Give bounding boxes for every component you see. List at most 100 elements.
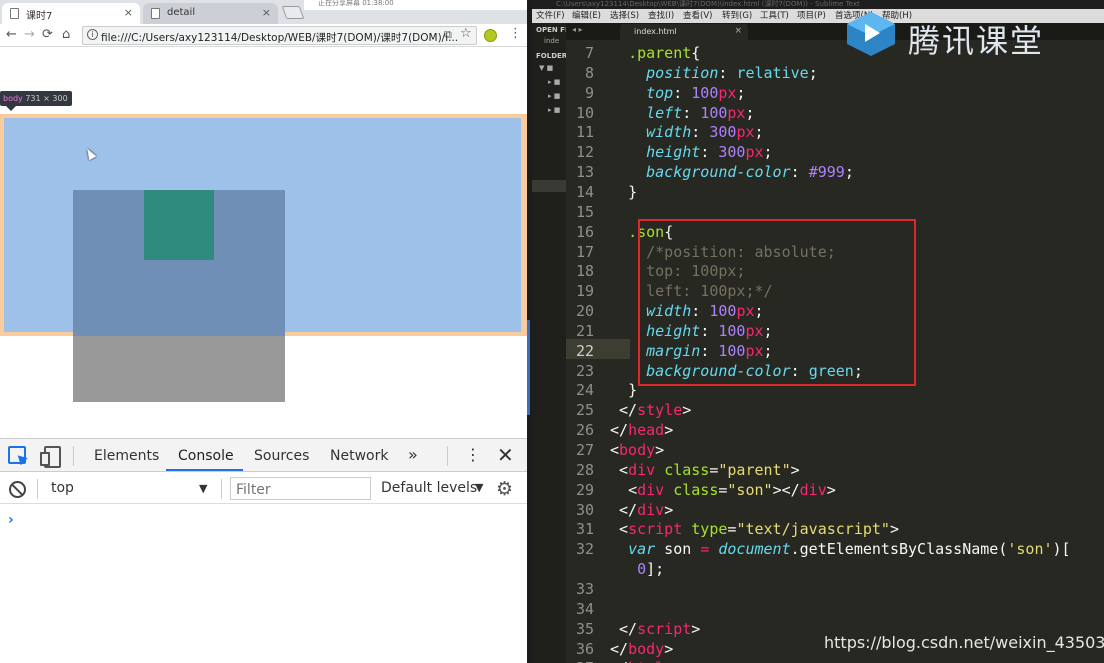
chevron-down-icon[interactable]: ▼ (475, 481, 483, 494)
code-line[interactable]: 13 background-color: #999; (532, 162, 1104, 182)
extension-icon[interactable] (484, 29, 497, 42)
editor-title: C:\Users\axy123114\Desktop\WEB\课时7(DOM)\… (532, 0, 1104, 9)
line-number: 24 (575, 381, 594, 400)
device-toolbar-icon[interactable] (40, 446, 61, 468)
tab-elements[interactable]: Elements (94, 448, 159, 464)
code-token: ]; (646, 560, 665, 579)
chrome-menu-icon[interactable]: ⋮ (509, 26, 522, 41)
line-number: 22 (575, 341, 594, 360)
tab-sources[interactable]: Sources (254, 448, 309, 464)
context-selector[interactable]: top (51, 480, 74, 496)
code-line[interactable]: 37 </html> (532, 658, 1104, 663)
back-icon[interactable]: ← (6, 27, 17, 42)
translate-icon[interactable]: ⧉ (444, 28, 452, 42)
code-line[interactable]: 27 <body> (532, 440, 1104, 460)
gear-icon[interactable]: ⚙ (496, 478, 513, 500)
forward-icon[interactable]: → (24, 27, 35, 42)
menu-file[interactable]: 文件(F) (536, 9, 565, 23)
code-token: body (628, 639, 665, 658)
new-tab-button[interactable] (281, 6, 305, 19)
code-token: > (682, 401, 692, 420)
code-text: </body> (610, 639, 673, 659)
inspect-element-icon[interactable] (8, 446, 26, 464)
screen-share-bar: 正在分享屏幕 01:38:00 (304, 0, 527, 10)
code-line[interactable]: 26 </head> (532, 420, 1104, 440)
info-icon[interactable]: i (87, 29, 98, 40)
code-token: < (610, 441, 620, 459)
close-devtools-icon[interactable]: ✕ (497, 443, 514, 467)
code-line[interactable]: 34 (532, 599, 1104, 619)
console-prompt[interactable]: › (8, 512, 14, 528)
tab-network[interactable]: Network (330, 448, 388, 464)
menu-goto[interactable]: 转到(G) (722, 9, 752, 23)
code-text: </html> (610, 658, 673, 663)
code-line[interactable]: 28 <div class="parent"> (532, 460, 1104, 480)
code-line[interactable]: 0]; (532, 559, 1104, 579)
code-line[interactable]: 30 </div> (532, 500, 1104, 520)
console-filter-input[interactable] (230, 477, 371, 500)
reload-icon[interactable]: ⟳ (42, 27, 53, 42)
code-line[interactable]: 10 left: 100px; (532, 103, 1104, 123)
log-levels-dropdown[interactable]: Default levels (381, 480, 477, 496)
code-token: 300 (718, 143, 746, 162)
code-token: background-color (646, 163, 791, 182)
code-token: left (646, 103, 683, 122)
browser-toolbar: ← → ⟳ ⌂ i file:///C:/Users/axy123114/Des… (0, 24, 527, 47)
open-files-header: OPEN FI (536, 26, 568, 34)
code-token: ; (736, 83, 746, 102)
browser-tab-2[interactable]: detail × (143, 3, 278, 24)
code-line[interactable]: 9 top: 100px; (532, 83, 1104, 103)
devtools-menu-icon[interactable]: ⋮ (465, 445, 481, 464)
code-token: .parent (628, 44, 692, 62)
address-bar[interactable]: i file:///C:/Users/axy123114/Desktop/WEB… (82, 26, 477, 45)
bookmark-star-icon[interactable]: ☆ (460, 26, 472, 41)
code-line[interactable]: 32 var son = document.getElementsByClass… (532, 539, 1104, 559)
menu-project[interactable]: 项目(P) (797, 9, 826, 23)
code-token: .getElementsByClassName( (790, 540, 1008, 559)
close-tab-icon[interactable]: × (734, 26, 742, 36)
line-number: 13 (575, 163, 594, 182)
code-token: { (691, 44, 701, 62)
code-line[interactable]: 25 </style> (532, 400, 1104, 420)
code-line[interactable]: 12 height: 300px; (532, 142, 1104, 162)
code-line[interactable]: 29 <div class="son"></div> (532, 480, 1104, 500)
son-div[interactable] (144, 190, 214, 260)
code-token: body (619, 441, 656, 459)
more-tabs-icon[interactable]: » (408, 445, 418, 464)
code-token: class (664, 460, 710, 479)
code-token: </ (610, 639, 629, 658)
menu-tools[interactable]: 工具(T) (760, 9, 789, 23)
code-token: type (691, 520, 728, 539)
code-line[interactable]: 8 position: relative; (532, 63, 1104, 83)
active-tab-indicator (166, 469, 243, 471)
line-number: 32 (575, 540, 594, 559)
home-icon[interactable]: ⌂ (62, 27, 70, 42)
code-line[interactable]: 33 (532, 579, 1104, 599)
menu-edit[interactable]: 编辑(E) (572, 9, 601, 23)
menu-find[interactable]: 查找(I) (648, 9, 674, 23)
tab-close-icon[interactable]: × (262, 6, 271, 19)
tab-close-icon[interactable]: × (124, 6, 133, 19)
menu-view[interactable]: 查看(V) (683, 9, 712, 23)
line-number: 23 (575, 361, 594, 380)
code-line[interactable]: 31 <script type="text/javascript"> (532, 519, 1104, 539)
chevron-down-icon[interactable]: ▼ (199, 482, 207, 495)
line-number: 7 (584, 44, 594, 62)
tooltip-arrow (6, 106, 16, 111)
clear-console-icon[interactable] (9, 481, 26, 498)
tab-scroll-arrows-icon[interactable]: ◂ ▸ (572, 25, 583, 34)
code-text: top: 100px; (610, 83, 745, 103)
code-line[interactable]: 11 width: 300px; (532, 122, 1104, 142)
browser-tab-1[interactable]: 课时7 × (2, 3, 140, 24)
editor-tab-index-html[interactable]: index.html × (620, 24, 748, 40)
line-number: 27 (575, 441, 594, 459)
code-line[interactable]: 7 .parent{ (532, 43, 1104, 63)
line-number: 16 (575, 222, 594, 241)
tab-console[interactable]: Console (178, 448, 234, 464)
menu-selection[interactable]: 选择(S) (610, 9, 639, 23)
code-line[interactable]: 14 } (532, 182, 1104, 202)
